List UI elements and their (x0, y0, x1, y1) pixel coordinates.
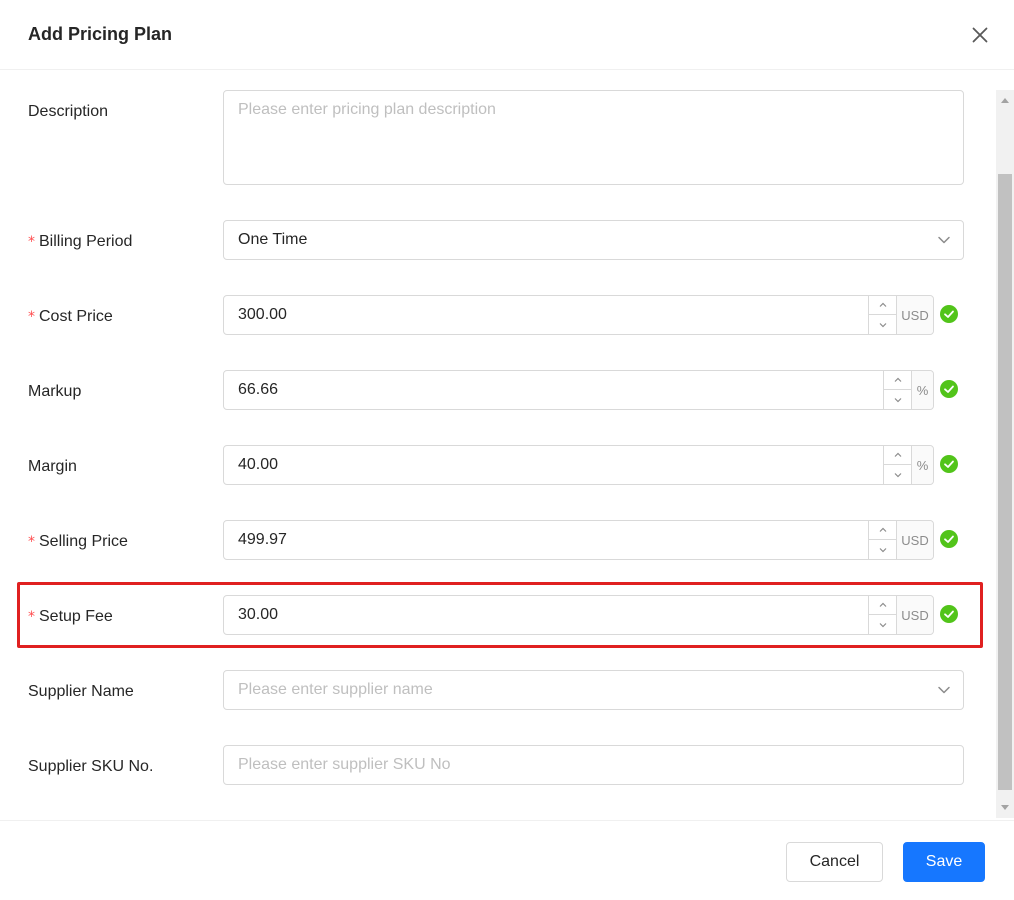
setup-fee-unit: USD (896, 596, 933, 634)
margin-unit: % (911, 446, 933, 484)
margin-decrement-button[interactable] (884, 465, 911, 484)
selling-price-increment-button[interactable] (869, 521, 896, 540)
selling-price-unit: USD (896, 521, 933, 559)
setup-fee-label-text: Setup Fee (39, 608, 113, 625)
check-circle-icon (940, 530, 958, 548)
billing-period-value: One Time (238, 231, 308, 248)
modal-title: Add Pricing Plan (28, 24, 173, 44)
setup-fee-increment-button[interactable] (869, 596, 896, 615)
supplier-name-select[interactable]: Please enter supplier name (223, 670, 964, 710)
markup-decrement-button[interactable] (884, 390, 911, 409)
check-circle-icon (940, 380, 958, 398)
chevron-down-icon (938, 686, 950, 694)
check-circle-icon (940, 455, 958, 473)
chevron-down-icon (894, 397, 901, 402)
cancel-button[interactable]: Cancel (786, 842, 883, 882)
check-circle-icon (940, 605, 958, 623)
cost-price-decrement-button[interactable] (869, 315, 896, 334)
supplier-name-placeholder: Please enter supplier name (238, 681, 433, 698)
scroll-down-button[interactable] (996, 800, 1014, 816)
check-circle-icon (940, 305, 958, 323)
description-placeholder: Please enter pricing plan description (238, 101, 496, 118)
margin-value: 40.00 (238, 456, 279, 473)
margin-input[interactable]: 40.00 % (223, 445, 934, 485)
cost-price-label: * Cost Price (28, 306, 113, 328)
setup-fee-stepper (868, 596, 896, 634)
chevron-up-icon (879, 602, 886, 607)
markup-unit: % (911, 371, 933, 409)
chevron-up-icon (894, 377, 901, 382)
cost-price-input[interactable]: 300.00 USD (223, 295, 934, 335)
markup-label-text: Markup (28, 383, 82, 400)
billing-period-label: * Billing Period (28, 231, 132, 253)
modal-header: Add Pricing Plan (0, 0, 1014, 70)
cost-price-increment-button[interactable] (869, 296, 896, 315)
scroll-up-button[interactable] (996, 92, 1014, 108)
selling-price-input[interactable]: 499.97 USD (223, 520, 934, 560)
chevron-down-icon (894, 472, 901, 477)
chevron-down-icon (938, 236, 950, 244)
margin-increment-button[interactable] (884, 446, 911, 465)
chevron-down-icon (879, 622, 886, 627)
chevron-up-icon (879, 527, 886, 532)
vertical-scrollbar[interactable] (996, 90, 1014, 818)
chevron-up-icon (894, 452, 901, 457)
markup-input[interactable]: 66.66 % (223, 370, 934, 410)
cost-price-unit: USD (896, 296, 933, 334)
margin-stepper (883, 446, 911, 484)
setup-fee-value: 30.00 (238, 606, 279, 623)
billing-period-label-text: Billing Period (39, 233, 133, 250)
setup-fee-label: * Setup Fee (28, 606, 113, 628)
description-label-text: Description (28, 103, 109, 120)
modal-footer: Cancel Save (0, 820, 1014, 900)
selling-price-label-text: Selling Price (39, 533, 128, 550)
margin-label-text: Margin (28, 458, 77, 475)
supplier-sku-label-text: Supplier SKU No. (28, 758, 154, 775)
setup-fee-input[interactable]: 30.00 USD (223, 595, 934, 635)
supplier-sku-input[interactable]: Please enter supplier SKU No (223, 745, 964, 785)
description-textarea[interactable]: Please enter pricing plan description (223, 90, 964, 185)
required-mark: * (28, 534, 35, 550)
markup-increment-button[interactable] (884, 371, 911, 390)
markup-label: Markup (28, 381, 81, 403)
cost-price-stepper (868, 296, 896, 334)
description-label: Description (28, 101, 108, 123)
cost-price-label-text: Cost Price (39, 308, 113, 325)
chevron-up-icon (879, 302, 886, 307)
required-mark: * (28, 609, 35, 625)
close-button[interactable] (966, 22, 994, 48)
selling-price-stepper (868, 521, 896, 559)
cost-price-value: 300.00 (238, 306, 287, 323)
billing-period-select[interactable]: One Time (223, 220, 964, 260)
setup-fee-decrement-button[interactable] (869, 615, 896, 634)
modal-body: Description Please enter pricing plan de… (0, 70, 1014, 820)
selling-price-value: 499.97 (238, 531, 287, 548)
markup-value: 66.66 (238, 381, 279, 398)
selling-price-decrement-button[interactable] (869, 540, 896, 559)
margin-label: Margin (28, 456, 77, 478)
triangle-down-icon (1001, 805, 1009, 810)
required-mark: * (28, 309, 35, 325)
markup-stepper (883, 371, 911, 409)
supplier-name-label-text: Supplier Name (28, 683, 134, 700)
chevron-down-icon (879, 547, 886, 552)
scroll-thumb[interactable] (998, 174, 1012, 790)
required-mark: * (28, 234, 35, 250)
supplier-name-label: Supplier Name (28, 681, 134, 703)
save-button[interactable]: Save (903, 842, 985, 882)
chevron-down-icon (879, 322, 886, 327)
triangle-up-icon (1001, 98, 1009, 103)
selling-price-label: * Selling Price (28, 531, 128, 553)
supplier-sku-label: Supplier SKU No. (28, 756, 153, 778)
supplier-sku-placeholder: Please enter supplier SKU No (238, 756, 451, 773)
close-icon (972, 27, 988, 43)
